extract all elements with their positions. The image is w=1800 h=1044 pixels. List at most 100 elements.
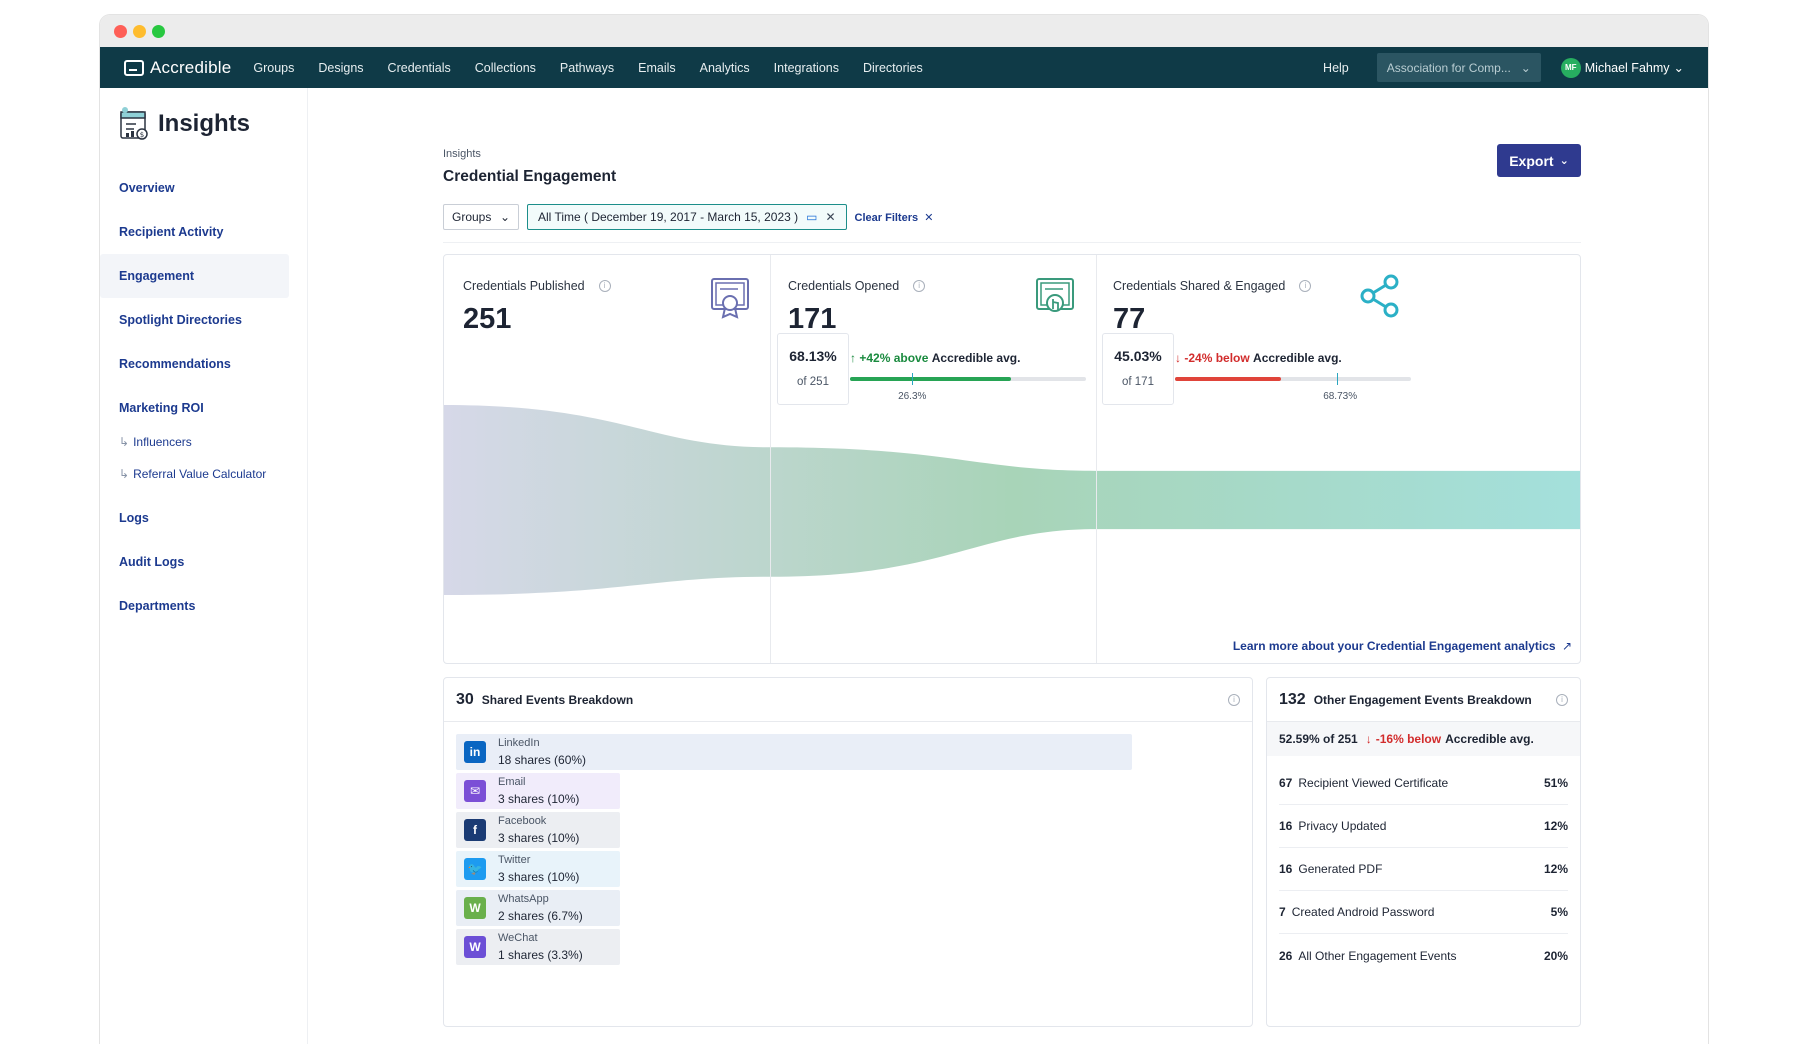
sidebar: $ Insights Overview Recipient Activity Eng… — [100, 88, 308, 1044]
event-percentage: 51% — [1543, 776, 1568, 790]
share-platform-name: Twitter — [498, 854, 531, 866]
close-icon[interactable]: ✕ — [825, 210, 835, 224]
share-row-twitter[interactable]: 🐦 Twitter 3 shares (10%) — [456, 851, 620, 887]
sidebar-item-recipient-activity[interactable]: Recipient Activity — [100, 210, 289, 254]
sidebar-item-engagement[interactable]: Engagement — [100, 254, 289, 298]
chevron-down-icon: ⌄ — [499, 210, 510, 224]
other-events-count: 132 — [1279, 690, 1306, 708]
other-events-percentage: 52.59% of 251 — [1279, 732, 1358, 746]
opened-metric: Credentials Opened i 171 — [788, 279, 926, 336]
certificate-icon — [711, 278, 749, 319]
other-events-delta: -16% below — [1375, 732, 1442, 746]
other-events-header: 132 Other Engagement Events Breakdown i — [1267, 678, 1580, 722]
sidebar-subitem-influencers[interactable]: ↳ Influencers — [100, 426, 307, 458]
event-label: Created Android Password — [1291, 905, 1435, 919]
close-window-button[interactable] — [114, 25, 127, 38]
chevron-down-icon: ⌄ — [1559, 155, 1569, 167]
other-events-delta-suffix: Accredible avg. — [1445, 732, 1534, 746]
event-percentage: 20% — [1543, 948, 1568, 963]
clear-filters-link[interactable]: Clear Filters ✕ — [855, 211, 934, 224]
linkedin-icon: in — [464, 741, 486, 763]
average-marker — [912, 373, 914, 385]
email-icon: ✉ — [464, 780, 486, 802]
sidebar-header: $ Insights — [118, 106, 307, 142]
published-label: Credentials Published — [463, 279, 585, 293]
published-value: 251 — [463, 303, 512, 335]
nav-link-designs[interactable]: Designs — [306, 61, 375, 75]
nav-link-emails[interactable]: Emails — [626, 61, 688, 75]
opened-average-label: 26.3% — [898, 391, 927, 402]
opened-progress-fill — [850, 377, 1011, 381]
subitem-arrow-icon: ↳ — [119, 467, 130, 481]
share-row-whatsapp[interactable]: W WhatsApp 2 shares (6.7%) — [456, 890, 620, 926]
sidebar-item-spotlight-directories[interactable]: Spotlight Directories — [100, 298, 289, 342]
shared-value: 77 — [1113, 303, 1146, 335]
engagement-funnel-card: Credentials Published i 251 Credentials … — [443, 254, 1581, 664]
date-range-filter[interactable]: All Time ( December 19, 2017 - March 15,… — [527, 204, 847, 230]
maximize-window-button[interactable] — [152, 25, 165, 38]
event-label-group: 67 Recipient Viewed Certificate — [1279, 776, 1448, 790]
sidebar-item-recommendations[interactable]: Recommendations — [100, 342, 289, 386]
share-platform-name: Facebook — [498, 815, 547, 827]
brand-logo[interactable]: Accredible — [124, 58, 231, 78]
nav-link-credentials[interactable]: Credentials — [376, 61, 463, 75]
shared-average-label: 68.73% — [1323, 391, 1358, 402]
sidebar-subitem-referral-value-calculator[interactable]: ↳ Referral Value Calculator — [100, 458, 307, 490]
page-title: Credential Engagement — [443, 168, 617, 185]
external-link-icon: ↗ — [1561, 639, 1572, 653]
breadcrumb[interactable]: Insights — [443, 148, 481, 160]
event-label: All Other Engagement Events — [1298, 948, 1457, 963]
share-platform-name: LinkedIn — [498, 737, 540, 749]
sidebar-item-departments[interactable]: Departments — [100, 584, 289, 628]
opened-delta-suffix: Accredible avg. — [931, 351, 1021, 365]
shared-percentage: 45.03% — [1114, 348, 1162, 364]
event-label: Recipient Viewed Certificate — [1298, 776, 1449, 790]
event-percentage: 12% — [1543, 819, 1568, 833]
sidebar-item-audit-logs[interactable]: Audit Logs — [100, 540, 289, 584]
nav-link-integrations[interactable]: Integrations — [762, 61, 851, 75]
share-row-email[interactable]: ✉ Email 3 shares (10%) — [456, 773, 620, 809]
other-events-card: 132 Other Engagement Events Breakdown i … — [1266, 677, 1581, 1027]
groups-filter[interactable]: Groups ⌄ — [443, 204, 519, 230]
nav-link-collections[interactable]: Collections — [463, 61, 548, 75]
info-icon[interactable]: i — [913, 280, 926, 292]
info-icon[interactable]: i — [1228, 694, 1240, 706]
help-link[interactable]: Help — [1323, 61, 1349, 75]
arrow-up-icon: ↑ — [850, 351, 856, 365]
arrow-down-icon: ↓ — [1175, 351, 1181, 365]
calendar-icon[interactable]: ▭ — [806, 210, 817, 224]
share-row-facebook[interactable]: f Facebook 3 shares (10%) — [456, 812, 620, 848]
sidebar-item-marketing-roi[interactable]: Marketing ROI — [100, 386, 289, 430]
user-menu[interactable]: MF Michael Fahmy ⌄ — [1560, 57, 1684, 78]
nav-link-directories[interactable]: Directories — [851, 61, 935, 75]
organization-select[interactable]: Association for Comp... ⌄ — [1376, 53, 1541, 82]
opened-progress-bar — [850, 373, 1086, 385]
export-button[interactable]: Export ⌄ — [1497, 144, 1581, 177]
shared-events-title: Shared Events Breakdown — [481, 692, 634, 707]
chevron-down-icon: ⌄ — [1520, 60, 1531, 75]
groups-filter-label: Groups — [452, 210, 492, 224]
sidebar-item-logs[interactable]: Logs — [100, 496, 289, 540]
whatsapp-icon: W — [464, 897, 486, 919]
share-platform-name: WeChat — [498, 932, 538, 944]
event-count: 26 — [1279, 948, 1293, 963]
sidebar-item-overview[interactable]: Overview — [100, 166, 289, 210]
learn-more-link[interactable]: Learn more about your Credential Engagem… — [1233, 639, 1572, 653]
info-icon[interactable]: i — [598, 280, 611, 292]
opened-label: Credentials Opened — [788, 279, 900, 293]
event-count: 7 — [1279, 905, 1286, 919]
info-icon[interactable]: i — [1556, 694, 1568, 706]
event-row-privacy-updated: 16 Privacy Updated 12% — [1279, 805, 1568, 848]
nav-link-pathways[interactable]: Pathways — [548, 61, 626, 75]
opened-of-total: of 251 — [797, 376, 829, 388]
divider — [443, 242, 1581, 243]
info-icon[interactable]: i — [1299, 280, 1312, 292]
published-metric: Credentials Published i 251 — [463, 279, 611, 336]
nav-link-groups[interactable]: Groups — [241, 61, 306, 75]
nav-link-analytics[interactable]: Analytics — [688, 61, 762, 75]
svg-text:$: $ — [140, 131, 144, 139]
share-row-linkedin[interactable]: in LinkedIn 18 shares (60%) — [456, 734, 1132, 770]
share-row-wechat[interactable]: W WeChat 1 shares (3.3%) — [456, 929, 620, 965]
minimize-window-button[interactable] — [133, 25, 146, 38]
other-events-summary: 52.59% of 251 ↓ -16% below Accredible av… — [1267, 722, 1580, 756]
